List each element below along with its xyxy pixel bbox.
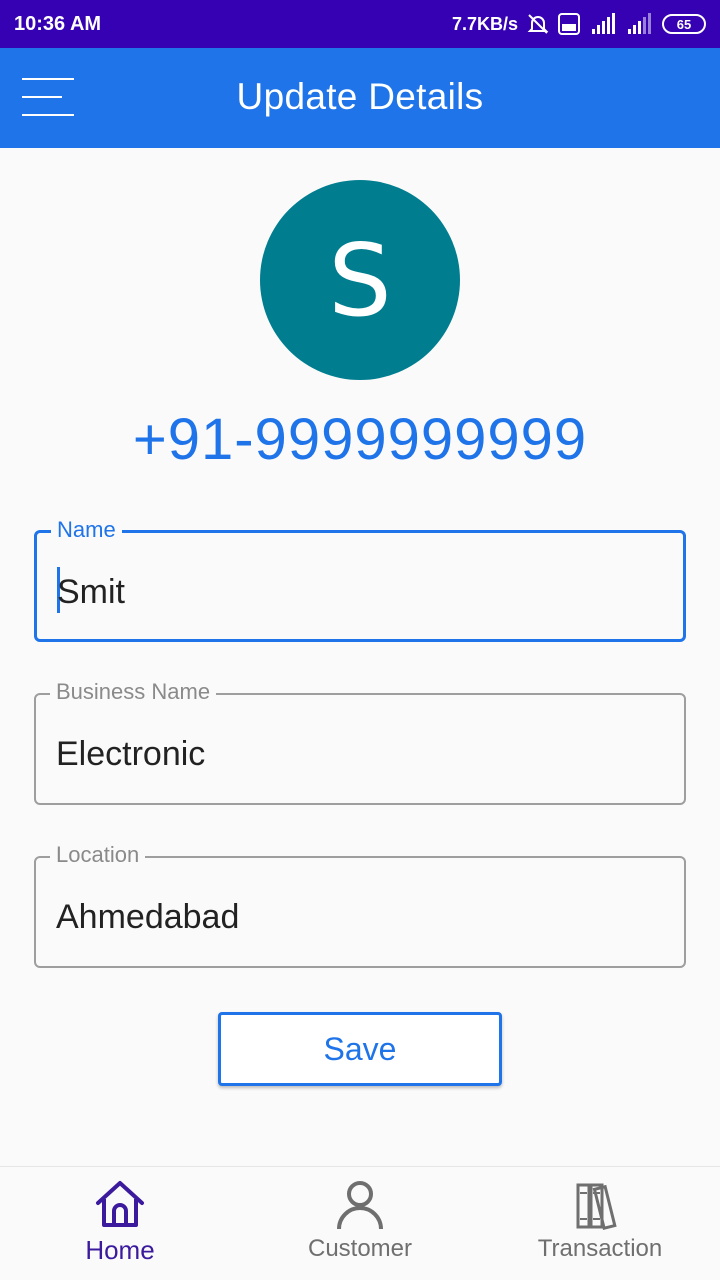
network-speed: 7.7KB/s xyxy=(451,13,518,34)
app-bar: Update Details xyxy=(0,48,720,148)
location-label: Location xyxy=(50,842,146,868)
page-title: Update Details xyxy=(236,76,484,117)
business-name-label: Business Name xyxy=(50,679,217,705)
nav-customer-label: Customer xyxy=(307,1235,413,1262)
home-icon xyxy=(96,1181,144,1227)
location-field[interactable]: Location Ahmedabad xyxy=(34,842,686,968)
location-value: Ahmedabad xyxy=(56,898,240,936)
bottom-nav: Home Customer Transaction xyxy=(0,1166,720,1280)
person-icon xyxy=(337,1181,383,1230)
nav-home-label: Home xyxy=(85,1235,155,1265)
nav-customer[interactable]: Customer xyxy=(240,1167,480,1280)
battery-icon: 65 xyxy=(662,14,706,34)
nav-transaction-label: Transaction xyxy=(537,1235,663,1262)
status-time: 10:36 AM xyxy=(14,12,102,35)
phone-number: +91-9999999999 xyxy=(132,407,588,472)
name-field[interactable]: Name Smit xyxy=(34,517,686,642)
name-value: Smit xyxy=(57,573,125,611)
name-label: Name xyxy=(51,517,122,543)
status-bar: 10:36 AM 7.7KB/s 65 xyxy=(0,0,720,48)
status-icons: 7.7KB/s 65 xyxy=(452,13,706,35)
avatar: S xyxy=(260,180,460,380)
nav-home[interactable]: Home xyxy=(0,1167,240,1280)
save-button[interactable]: Save xyxy=(218,1012,502,1086)
books-icon xyxy=(576,1183,617,1231)
mute-bell-icon xyxy=(527,14,549,34)
business-name-field[interactable]: Business Name Electronic xyxy=(34,679,686,805)
business-name-value: Electronic xyxy=(56,735,206,773)
volte-icon xyxy=(558,13,580,35)
signal-2-icon xyxy=(628,13,651,34)
nav-transaction[interactable]: Transaction xyxy=(480,1167,720,1280)
signal-icon xyxy=(592,13,615,34)
